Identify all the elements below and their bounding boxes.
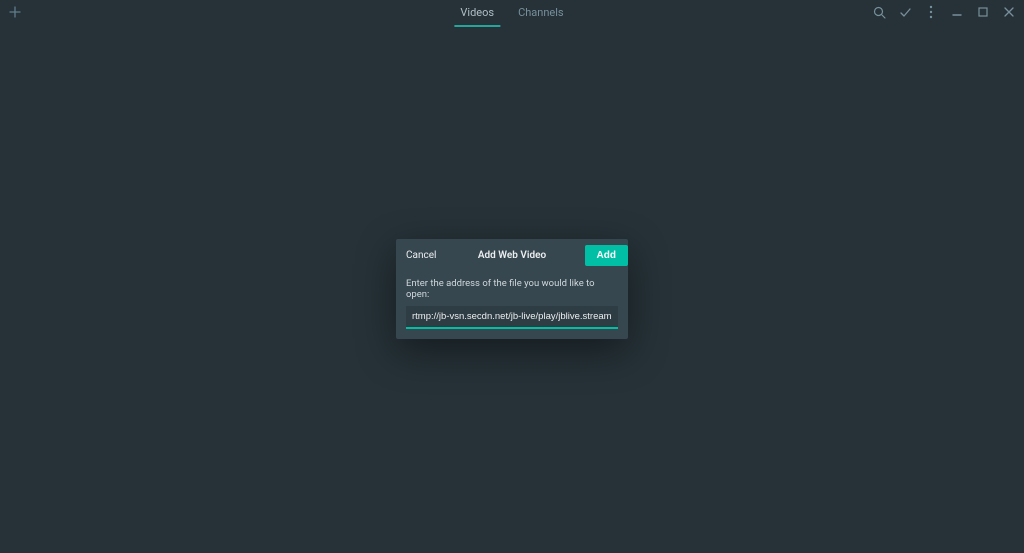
content-area: Cancel Add Web Video Add Enter the addre… [0,24,1024,553]
tab-videos[interactable]: Videos [458,2,496,23]
add-web-video-dialog: Cancel Add Web Video Add Enter the addre… [396,239,628,339]
dialog-body: Enter the address of the file you would … [396,272,628,339]
dialog-title: Add Web Video [478,250,546,261]
check-icon[interactable] [898,5,912,19]
search-icon[interactable] [872,5,886,19]
topbar-left [8,5,22,19]
tab-channels[interactable]: Channels [516,2,566,23]
close-icon[interactable] [1002,5,1016,19]
dialog-header: Cancel Add Web Video Add [396,239,628,272]
top-bar: Videos Channels [0,0,1024,24]
cancel-button[interactable]: Cancel [406,250,436,261]
add-button[interactable]: Add [585,245,628,266]
tabs: Videos Channels [458,0,565,24]
url-input[interactable] [406,306,618,329]
add-icon[interactable] [8,5,22,19]
topbar-right [872,5,1016,19]
url-label: Enter the address of the file you would … [406,278,618,300]
minimize-icon[interactable] [950,5,964,19]
menu-icon[interactable] [924,5,938,19]
maximize-icon[interactable] [976,5,990,19]
